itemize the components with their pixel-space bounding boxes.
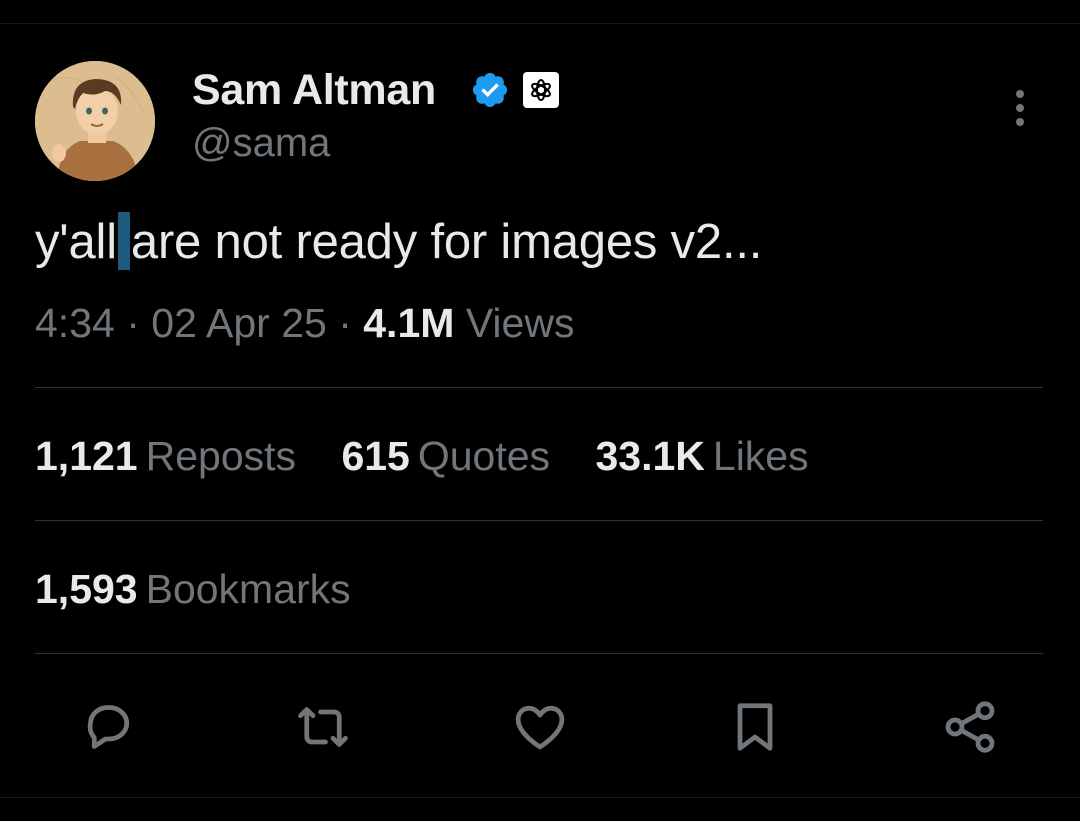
views-count: 4.1M — [363, 300, 455, 346]
tweet-meta: 4:34 · 02 Apr 25 · 4.1M Views — [35, 300, 574, 347]
avatar[interactable] — [35, 61, 155, 181]
divider — [35, 653, 1043, 654]
avatar-illustration — [35, 61, 155, 181]
tweet-time[interactable]: 4:34 — [35, 300, 115, 346]
bookmarks-label: Bookmarks — [145, 566, 351, 612]
display-name[interactable]: Sam Altman — [192, 66, 436, 115]
divider — [35, 387, 1043, 388]
views-label: Views — [465, 300, 575, 346]
tweet-text-part: are not ready for images v2... — [130, 215, 763, 269]
bottom-divider — [0, 797, 1080, 798]
likes-stat[interactable]: 33.1K Likes — [595, 433, 808, 480]
tweet-text-part: y'all — [35, 215, 117, 269]
top-divider — [0, 23, 1080, 24]
share-icon — [945, 701, 995, 753]
quotes-count: 615 — [341, 433, 410, 479]
more-options-icon[interactable] — [1008, 90, 1032, 130]
organization-logo-icon[interactable] — [522, 71, 560, 109]
text-cursor — [117, 212, 130, 270]
bookmarks-stat[interactable]: 1,593 Bookmarks — [35, 566, 351, 613]
reply-icon — [87, 705, 130, 749]
like-icon — [515, 705, 565, 750]
reposts-count: 1,121 — [35, 433, 138, 479]
reply-button[interactable] — [78, 697, 138, 757]
tweet-text: y'all are not ready for images v2... — [35, 212, 762, 270]
quotes-label: Quotes — [417, 433, 551, 479]
handle[interactable]: @sama — [192, 121, 330, 166]
bookmarks-count: 1,593 — [35, 566, 138, 612]
engagement-stats: 1,121 Reposts 615 Quotes 33.1K Likes — [35, 433, 843, 480]
tweet-date[interactable]: 02 Apr 25 — [151, 300, 327, 346]
bookmark-button[interactable] — [725, 697, 785, 757]
verified-badge-icon[interactable] — [470, 70, 510, 110]
repost-button[interactable] — [293, 697, 353, 757]
reposts-stat[interactable]: 1,121 Reposts — [35, 433, 296, 480]
quotes-stat[interactable]: 615 Quotes — [341, 433, 550, 480]
separator-dot: · — [338, 300, 364, 346]
reposts-label: Reposts — [145, 433, 297, 479]
likes-label: Likes — [712, 433, 809, 479]
bookmark-icon — [737, 703, 773, 751]
likes-count: 33.1K — [595, 433, 705, 479]
like-button[interactable] — [510, 697, 570, 757]
separator-dot: · — [126, 300, 152, 346]
share-button[interactable] — [940, 697, 1000, 757]
repost-icon — [298, 707, 348, 747]
divider — [35, 520, 1043, 521]
